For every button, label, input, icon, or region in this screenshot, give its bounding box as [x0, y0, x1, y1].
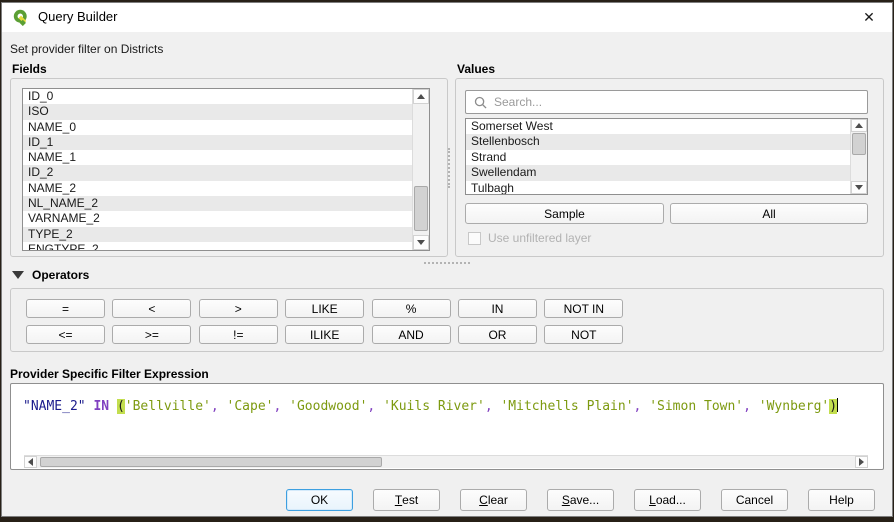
scroll-down-icon[interactable]	[851, 181, 867, 194]
operator-button-not-in[interactable]: NOT IN	[544, 299, 623, 318]
operator-button--[interactable]: =	[26, 299, 105, 318]
collapse-arrow-icon[interactable]	[12, 271, 24, 279]
expr-space	[109, 399, 117, 414]
expr-string-token: 'Simon Town'	[649, 399, 743, 414]
value-list-item[interactable]: Tulbagh	[466, 181, 867, 195]
operator-button--[interactable]: <	[112, 299, 191, 318]
expr-space	[219, 399, 227, 414]
use-unfiltered-label: Use unfiltered layer	[488, 231, 591, 245]
expr-string-token: 'Wynberg'	[759, 399, 829, 414]
value-list-item[interactable]: Swellendam	[466, 165, 867, 180]
field-list-item[interactable]: ID_0	[23, 89, 429, 104]
cancel-button[interactable]: Cancel	[721, 489, 788, 511]
horizontal-splitter-handle[interactable]	[424, 262, 470, 264]
search-icon	[474, 96, 487, 109]
test-button[interactable]: Test	[373, 489, 440, 511]
search-input[interactable]: Search...	[465, 90, 868, 114]
title-bar	[2, 3, 892, 32]
expr-close-paren: )	[829, 399, 837, 414]
field-list-item[interactable]: NAME_0	[23, 120, 429, 135]
values-section-label: Values	[457, 62, 495, 76]
operator-button--[interactable]: >	[199, 299, 278, 318]
expr-comma: ,	[485, 399, 493, 414]
expression-section-label: Provider Specific Filter Expression	[10, 367, 209, 381]
scroll-up-icon[interactable]	[413, 89, 429, 104]
vertical-splitter-handle[interactable]	[448, 148, 450, 188]
dialog-subtitle: Set provider filter on Districts	[10, 42, 163, 56]
expr-space	[281, 399, 289, 414]
text-cursor	[837, 398, 838, 412]
scroll-right-icon[interactable]	[855, 456, 868, 468]
scrollbar-thumb[interactable]	[414, 186, 428, 231]
load-button[interactable]: Load...	[634, 489, 701, 511]
field-list-item[interactable]: NL_NAME_2	[23, 196, 429, 211]
expr-space	[375, 399, 383, 414]
field-list-item[interactable]: ID_2	[23, 165, 429, 180]
screen: { "window": { "title": "Query Builder", …	[0, 0, 894, 522]
operator-button-ilike[interactable]: ILIKE	[285, 325, 364, 344]
search-placeholder: Search...	[494, 95, 542, 109]
operator-button--[interactable]: <=	[26, 325, 105, 344]
expr-operator-token: IN	[93, 399, 109, 414]
fields-list[interactable]: ID_0ISONAME_0ID_1NAME_1ID_2NAME_2NL_NAME…	[22, 88, 430, 251]
expression-hscrollbar[interactable]	[24, 455, 868, 468]
field-list-item[interactable]: TYPE_2	[23, 227, 429, 242]
ok-button[interactable]: OK	[286, 489, 353, 511]
window-title: Query Builder	[38, 9, 117, 24]
save-button[interactable]: Save...	[547, 489, 614, 511]
operator-button-not[interactable]: NOT	[544, 325, 623, 344]
scroll-down-icon[interactable]	[413, 235, 429, 250]
expression-text[interactable]: "NAME_2" IN ('Bellville', 'Cape', 'Goodw…	[23, 398, 838, 414]
operators-row-2: <= >= != ILIKE AND OR NOT	[26, 325, 623, 344]
scroll-left-icon[interactable]	[24, 456, 37, 468]
field-list-item[interactable]: NAME_2	[23, 181, 429, 196]
values-list[interactable]: Somerset WestStellenboschStrandSwellenda…	[465, 118, 868, 195]
operator-button-and[interactable]: AND	[372, 325, 451, 344]
fields-scrollbar[interactable]	[412, 89, 429, 250]
expr-string-token: 'Cape'	[227, 399, 274, 414]
value-list-item[interactable]: Somerset West	[466, 119, 867, 134]
field-list-item[interactable]: ENGTYPE_2	[23, 242, 429, 251]
close-button[interactable]: ✕	[850, 4, 888, 30]
operator-button--[interactable]: !=	[199, 325, 278, 344]
values-scrollbar[interactable]	[850, 119, 867, 194]
qgis-logo-icon	[12, 8, 30, 26]
help-button[interactable]: Help	[808, 489, 875, 511]
operator-button-like[interactable]: LIKE	[285, 299, 364, 318]
operators-row-1: = < > LIKE% IN NOT IN	[26, 299, 623, 318]
operator-button-in[interactable]: IN	[458, 299, 537, 318]
field-list-item[interactable]: NAME_1	[23, 150, 429, 165]
operator-button--[interactable]: >=	[112, 325, 191, 344]
expr-field-token: "NAME_2"	[23, 399, 86, 414]
field-list-item[interactable]: ID_1	[23, 135, 429, 150]
all-button[interactable]: All	[670, 203, 868, 224]
scroll-up-icon[interactable]	[851, 119, 867, 132]
expr-string-token: 'Bellville'	[125, 399, 211, 414]
fields-section-label: Fields	[12, 62, 47, 76]
operator-button--[interactable]: %	[372, 299, 451, 318]
expr-string-token: 'Kuils River'	[383, 399, 485, 414]
operators-header[interactable]: Operators	[12, 268, 89, 282]
clear-button[interactable]: Clear	[460, 489, 527, 511]
field-list-item[interactable]: VARNAME_2	[23, 211, 429, 226]
scrollbar-thumb[interactable]	[852, 133, 866, 155]
value-list-item[interactable]: Strand	[466, 150, 867, 165]
expr-comma: ,	[211, 399, 219, 414]
use-unfiltered-checkbox[interactable]	[468, 232, 481, 245]
expr-open-paren: (	[117, 399, 125, 414]
expr-comma: ,	[743, 399, 751, 414]
field-list-item[interactable]: ISO	[23, 104, 429, 119]
expr-string-token: 'Goodwood'	[289, 399, 367, 414]
value-list-item[interactable]: Stellenbosch	[466, 134, 867, 149]
operators-section-label: Operators	[32, 268, 89, 282]
expr-string-token: 'Mitchells Plain'	[500, 399, 633, 414]
expr-space	[751, 399, 759, 414]
operator-button-or[interactable]: OR	[458, 325, 537, 344]
sample-button[interactable]: Sample	[465, 203, 664, 224]
scrollbar-thumb[interactable]	[40, 457, 382, 467]
